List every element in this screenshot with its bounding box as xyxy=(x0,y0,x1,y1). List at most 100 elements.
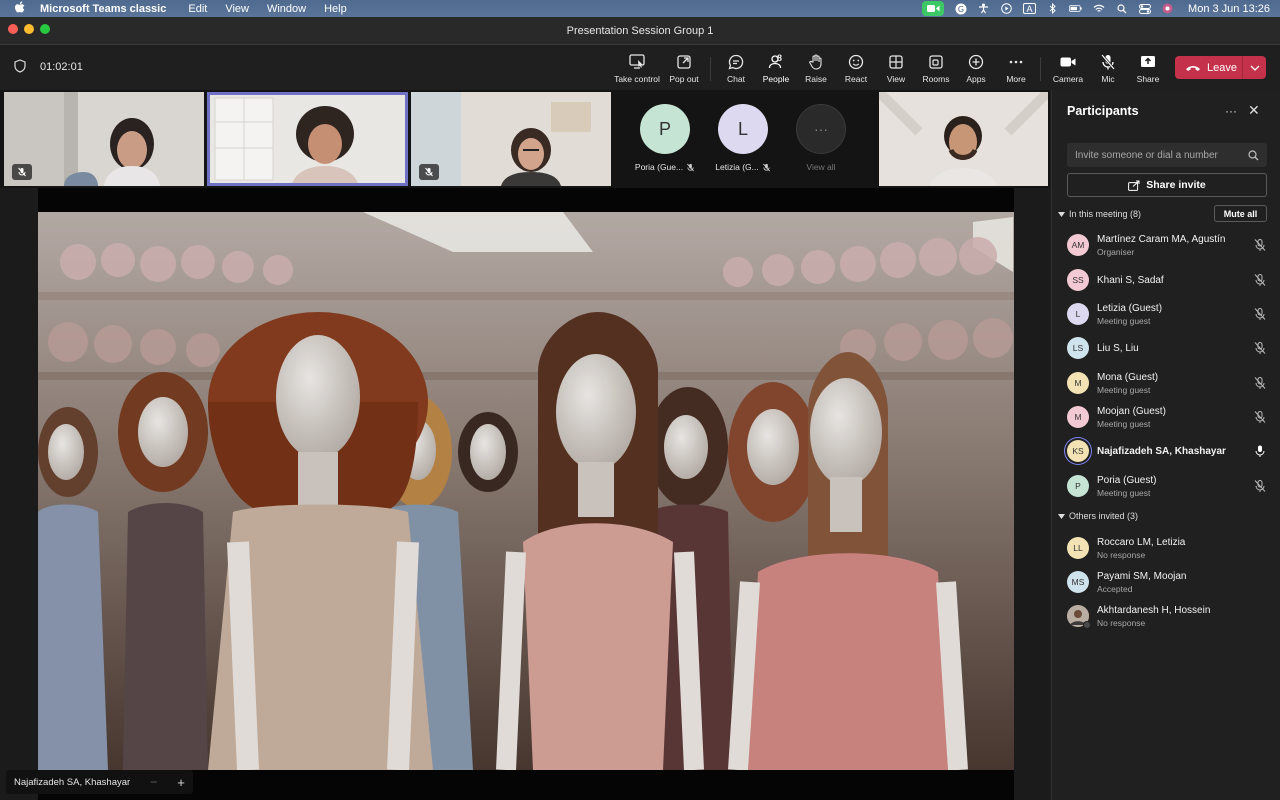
participant-gallery: P Poria (Gue... L Letizia (G... ··· View… xyxy=(0,90,1050,188)
video-tile[interactable] xyxy=(411,92,611,186)
mute-all-button[interactable]: Mute all xyxy=(1214,205,1267,222)
shared-screen-image[interactable] xyxy=(38,212,1014,770)
participant-row[interactable]: AM Martínez Caram MA, Agustín Organiser xyxy=(1067,229,1267,261)
avatar-tile[interactable]: L Letizia (G... xyxy=(704,92,782,186)
others-invited-label: Others invited (3) xyxy=(1069,511,1139,521)
meeting-toolbar: 01:02:01 Take control Pop out Chat 8 Peo… xyxy=(0,45,1280,92)
shield-icon[interactable] xyxy=(14,59,26,78)
bluetooth-icon[interactable] xyxy=(1046,3,1059,14)
avatar: SS xyxy=(1067,269,1089,291)
in-meeting-label: In this meeting (8) xyxy=(1069,209,1142,219)
participant-row-speaking[interactable]: KS Najafizadeh SA, Khashayar xyxy=(1067,435,1267,467)
invite-search-input[interactable] xyxy=(1075,149,1248,161)
avatar: LL xyxy=(1067,537,1089,559)
mic-on-icon[interactable] xyxy=(1253,444,1267,458)
view-all-tile[interactable]: ··· View all xyxy=(782,92,860,186)
video-tile[interactable] xyxy=(4,92,204,186)
avatar-tile[interactable]: P Poria (Gue... xyxy=(626,92,704,186)
control-center-icon[interactable] xyxy=(1138,3,1151,14)
zoom-out-icon[interactable]: − xyxy=(150,775,157,789)
participant-row[interactable]: M Mona (Guest) Meeting guest xyxy=(1067,367,1267,399)
menu-view[interactable]: View xyxy=(225,3,249,15)
leave-label: Leave xyxy=(1207,61,1237,74)
in-meeting-section-header[interactable]: In this meeting (8) xyxy=(1058,209,1141,219)
shared-content-stage: Najafizadeh SA, Khashayar − + xyxy=(0,188,1050,800)
raise-hand-icon xyxy=(809,54,822,70)
chat-icon xyxy=(728,54,744,70)
search-icon[interactable] xyxy=(1115,3,1128,14)
mic-off-icon[interactable] xyxy=(1253,376,1267,390)
menu-window[interactable]: Window xyxy=(267,3,306,15)
grammarly-icon[interactable]: G xyxy=(954,3,967,14)
battery-icon[interactable] xyxy=(1069,3,1082,14)
facetime-icon[interactable] xyxy=(922,1,945,16)
participant-row[interactable]: P Poria (Guest) Meeting guest xyxy=(1067,470,1267,502)
accessibility-icon[interactable] xyxy=(977,3,990,14)
menu-help[interactable]: Help xyxy=(324,3,347,15)
camera-label: Camera xyxy=(1052,74,1084,84)
take-control-icon xyxy=(629,54,645,69)
wifi-icon[interactable] xyxy=(1092,3,1105,14)
view-all-label: View all xyxy=(806,162,836,172)
siri-icon[interactable] xyxy=(1161,3,1174,14)
leave-main[interactable]: Leave xyxy=(1175,56,1243,79)
invite-search-field[interactable] xyxy=(1067,143,1267,167)
menu-edit[interactable]: Edit xyxy=(188,3,207,15)
mic-off-icon[interactable] xyxy=(1253,341,1267,355)
mic-off-icon[interactable] xyxy=(1253,307,1267,321)
participant-name: Poria (Guest) xyxy=(1097,474,1157,486)
mic-off-icon[interactable] xyxy=(1253,410,1267,424)
search-icon xyxy=(1248,149,1259,160)
apple-menu-icon[interactable] xyxy=(14,0,28,17)
svg-text:G: G xyxy=(957,5,963,14)
camera-icon xyxy=(1060,57,1076,67)
play-icon[interactable] xyxy=(1000,3,1013,14)
participant-role: Organiser xyxy=(1097,246,1135,257)
react-label: React xyxy=(844,74,868,84)
participant-video xyxy=(207,92,408,186)
participant-name: Poria (Gue... xyxy=(634,162,684,172)
apps-label: Apps xyxy=(966,74,986,84)
toolbar-divider xyxy=(1040,57,1041,81)
invited-row[interactable]: MS Payami SM, Moojan Accepted xyxy=(1067,566,1267,598)
leave-options-chevron-down-icon[interactable] xyxy=(1243,65,1266,71)
take-control-button[interactable]: Take control xyxy=(614,53,660,87)
share-invite-button[interactable]: Share invite xyxy=(1067,173,1267,197)
participant-row[interactable]: LS Liu S, Liu xyxy=(1067,332,1267,364)
input-source-icon[interactable]: A xyxy=(1023,3,1037,14)
mannequin-photo xyxy=(38,212,1014,770)
panel-more-icon[interactable]: ··· xyxy=(1225,104,1237,118)
rooms-label: Rooms xyxy=(922,74,950,84)
video-tile[interactable] xyxy=(879,92,1048,186)
app-menu[interactable]: Microsoft Teams classic xyxy=(40,3,166,15)
take-control-label: Take control xyxy=(614,74,660,84)
invited-row[interactable]: LL Roccaro LM, Letizia No response xyxy=(1067,532,1267,564)
clock[interactable]: Mon 3 Jun 13:26 xyxy=(1188,3,1270,15)
invited-row[interactable]: Akhtardanesh H, Hossein No response xyxy=(1067,600,1267,632)
avatar-tile-name: Letizia (G... xyxy=(715,162,770,172)
window-title: Presentation Session Group 1 xyxy=(566,25,714,37)
participant-row[interactable]: M Moojan (Guest) Meeting guest xyxy=(1067,401,1267,433)
close-icon[interactable]: ✕ xyxy=(1248,102,1260,119)
participant-role: Meeting guest xyxy=(1097,384,1151,395)
leave-button[interactable]: Leave xyxy=(1175,56,1266,79)
pop-out-icon xyxy=(677,55,691,69)
mic-off-icon xyxy=(419,164,439,180)
view-label: View xyxy=(886,74,906,84)
others-invited-section-header[interactable]: Others invited (3) xyxy=(1058,511,1138,521)
react-icon xyxy=(848,54,864,70)
share-button[interactable]: Share xyxy=(1125,53,1171,87)
pop-out-button[interactable]: Pop out xyxy=(661,53,707,87)
participant-row[interactable]: L Letizia (Guest) Meeting guest xyxy=(1067,298,1267,330)
video-tile-active-speaker[interactable] xyxy=(207,92,408,186)
participant-name: Roccaro LM, Letizia xyxy=(1097,536,1186,548)
mic-off-icon[interactable] xyxy=(1253,238,1267,252)
rooms-icon xyxy=(929,55,943,69)
mic-label: Mic xyxy=(1101,74,1115,84)
mic-off-icon[interactable] xyxy=(1253,273,1267,287)
participant-row[interactable]: SS Khani S, Sadaf xyxy=(1067,264,1267,296)
mic-off-icon[interactable] xyxy=(1253,479,1267,493)
mic-off-icon xyxy=(1101,54,1115,70)
zoom-in-icon[interactable]: + xyxy=(177,775,185,790)
more-button[interactable]: More xyxy=(993,53,1039,87)
